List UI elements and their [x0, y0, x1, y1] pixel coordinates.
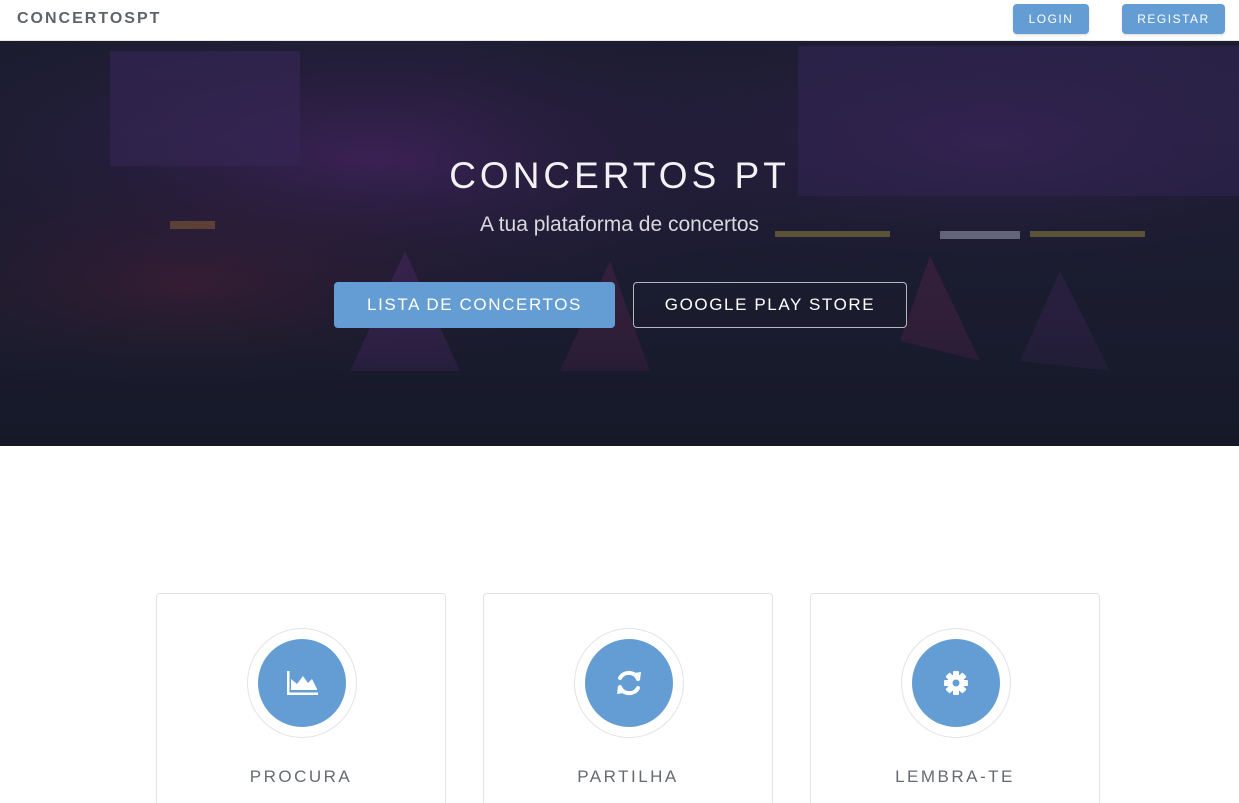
- area-chart-icon: [287, 671, 318, 695]
- feature-card-search: PROCURA: [156, 593, 446, 803]
- navbar: CONCERTOSPT LOGIN REGISTAR: [0, 0, 1239, 41]
- feature-label-search: PROCURA: [249, 767, 353, 786]
- feature-label-share: PARTILHA: [577, 767, 679, 786]
- feature-card-remind: LEMBRA-TE: [810, 593, 1100, 803]
- feature-card-share: PARTILHA: [483, 593, 773, 803]
- hero-section: CONCERTOS PT A tua plataforma de concert…: [0, 41, 1239, 446]
- brand-logo[interactable]: CONCERTOSPT: [17, 10, 161, 28]
- refresh-icon: [617, 670, 641, 696]
- concert-list-button[interactable]: LISTA DE CONCERTOS: [334, 282, 615, 328]
- icon-circle: [585, 639, 673, 727]
- icon-ring: [901, 628, 1011, 738]
- hero-title: CONCERTOS PT: [449, 155, 790, 196]
- icon-ring: [574, 628, 684, 738]
- login-button[interactable]: LOGIN: [1013, 4, 1089, 34]
- icon-ring: [247, 628, 357, 738]
- feature-label-remind: LEMBRA-TE: [895, 767, 1015, 786]
- register-button[interactable]: REGISTAR: [1122, 4, 1225, 34]
- hero-background-image: [0, 41, 1239, 446]
- icon-circle: [912, 639, 1000, 727]
- gear-icon: [944, 671, 968, 695]
- google-play-store-button[interactable]: GOOGLE PLAY STORE: [633, 282, 907, 328]
- icon-circle: [258, 639, 346, 727]
- hero-subtitle: A tua plataforma de concertos: [480, 213, 759, 236]
